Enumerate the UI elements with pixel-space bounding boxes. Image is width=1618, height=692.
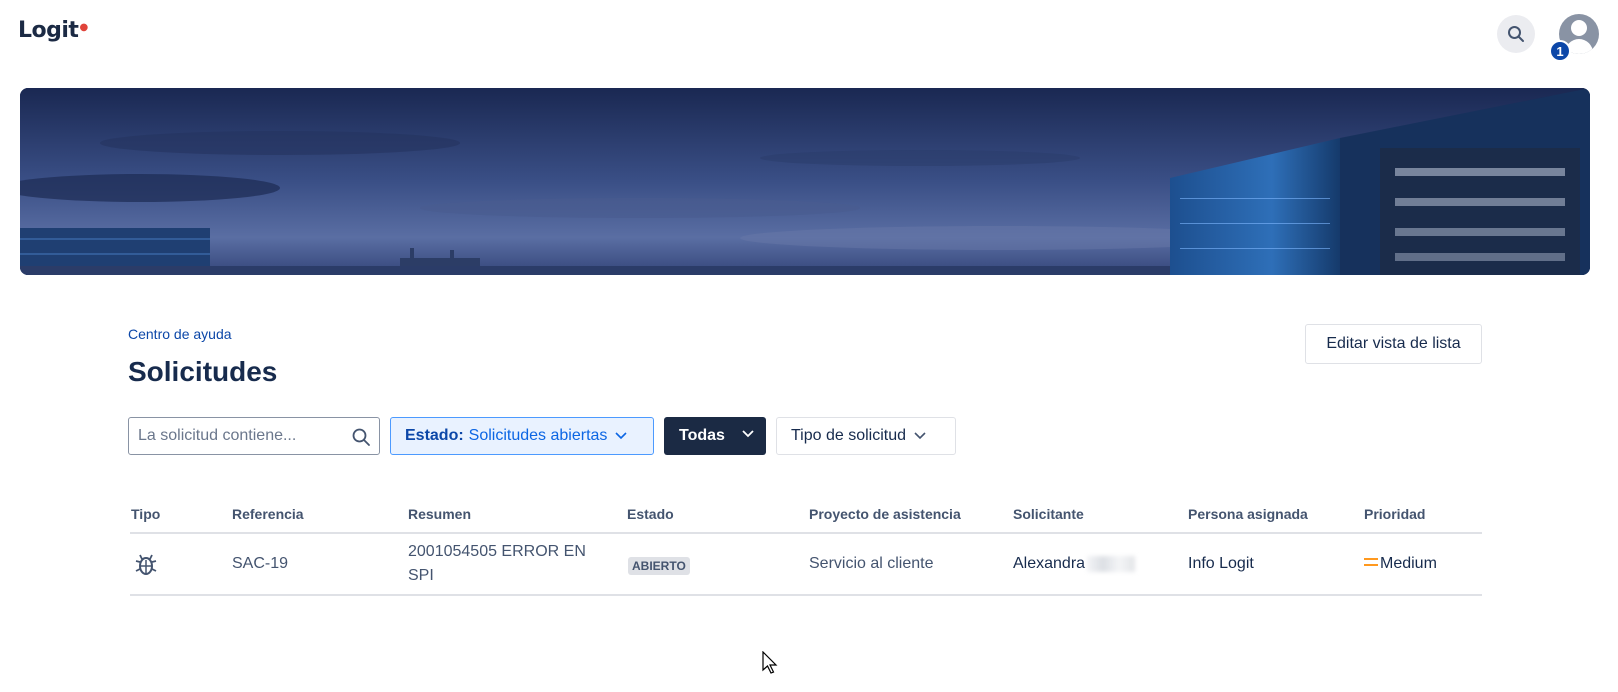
- request-summary-line-1[interactable]: 2001054505 ERROR EN: [408, 543, 586, 561]
- column-header-assignee[interactable]: Persona asignada: [1188, 506, 1308, 522]
- status-filter-value: Solicitudes abiertas: [468, 427, 608, 444]
- request-assignee: Info Logit: [1188, 555, 1254, 572]
- logo-text: Logit: [18, 18, 79, 43]
- request-type-filter-label: Tipo de solicitud: [791, 427, 907, 444]
- page-title: Solicitudes: [128, 356, 278, 387]
- edit-list-view-button[interactable]: Editar vista de lista: [1305, 324, 1482, 364]
- search-icon: [1508, 26, 1524, 42]
- request-search-box[interactable]: [128, 417, 380, 455]
- logo[interactable]: Logit●: [18, 18, 88, 43]
- request-search-input[interactable]: [130, 419, 340, 453]
- todas-filter-button[interactable]: Todas: [664, 417, 766, 455]
- bug-icon: [135, 554, 157, 575]
- breadcrumb[interactable]: Centro de ayuda: [128, 326, 232, 342]
- search-icon[interactable]: [351, 427, 371, 447]
- request-project: Servicio al cliente: [809, 555, 934, 572]
- column-header-type[interactable]: Tipo: [131, 506, 160, 522]
- logo-dot: ●: [79, 22, 88, 33]
- priority-medium-icon: [1364, 557, 1378, 566]
- avatar-head: [1571, 20, 1587, 36]
- column-header-reference[interactable]: Referencia: [232, 506, 304, 522]
- request-type-filter-button[interactable]: Tipo de solicitud: [776, 417, 956, 455]
- column-header-requester[interactable]: Solicitante: [1013, 506, 1084, 522]
- chevron-down-icon: [914, 432, 926, 440]
- request-summary-line-2[interactable]: SPI: [408, 567, 434, 585]
- requester-name: Alexandra: [1013, 555, 1086, 572]
- request-priority: Medium: [1364, 555, 1437, 573]
- column-header-priority[interactable]: Prioridad: [1364, 506, 1425, 522]
- chevron-down-icon: [615, 432, 627, 440]
- request-requester: Alexandra: [1013, 555, 1136, 573]
- top-header: Logit● 1: [0, 0, 1618, 80]
- request-reference-link[interactable]: SAC-19: [232, 555, 288, 573]
- column-header-project[interactable]: Proyecto de asistencia: [809, 506, 961, 522]
- requests-table: Tipo Referencia Resumen Estado Proyecto …: [130, 500, 1482, 596]
- banner-illustration: [20, 88, 1590, 275]
- redacted-text: [1087, 555, 1136, 572]
- hero-banner: [20, 88, 1590, 275]
- todas-filter-label: Todas: [679, 427, 725, 444]
- column-header-summary[interactable]: Resumen: [408, 506, 471, 522]
- column-header-status[interactable]: Estado: [627, 506, 674, 522]
- table-header: Tipo Referencia Resumen Estado Proyecto …: [130, 500, 1482, 534]
- status-filter-label: Estado:: [405, 427, 464, 444]
- status-badge: ABIERTO: [628, 557, 690, 575]
- priority-label: Medium: [1380, 555, 1437, 572]
- table-row[interactable]: SAC-19 2001054505 ERROR EN SPI ABIERTO S…: [130, 534, 1482, 596]
- mouse-cursor-icon: [762, 651, 778, 674]
- chevron-down-icon: [742, 430, 754, 438]
- global-search-button[interactable]: [1497, 15, 1535, 53]
- notification-badge[interactable]: 1: [1549, 40, 1571, 62]
- status-filter-button[interactable]: Estado: Solicitudes abiertas: [390, 417, 654, 455]
